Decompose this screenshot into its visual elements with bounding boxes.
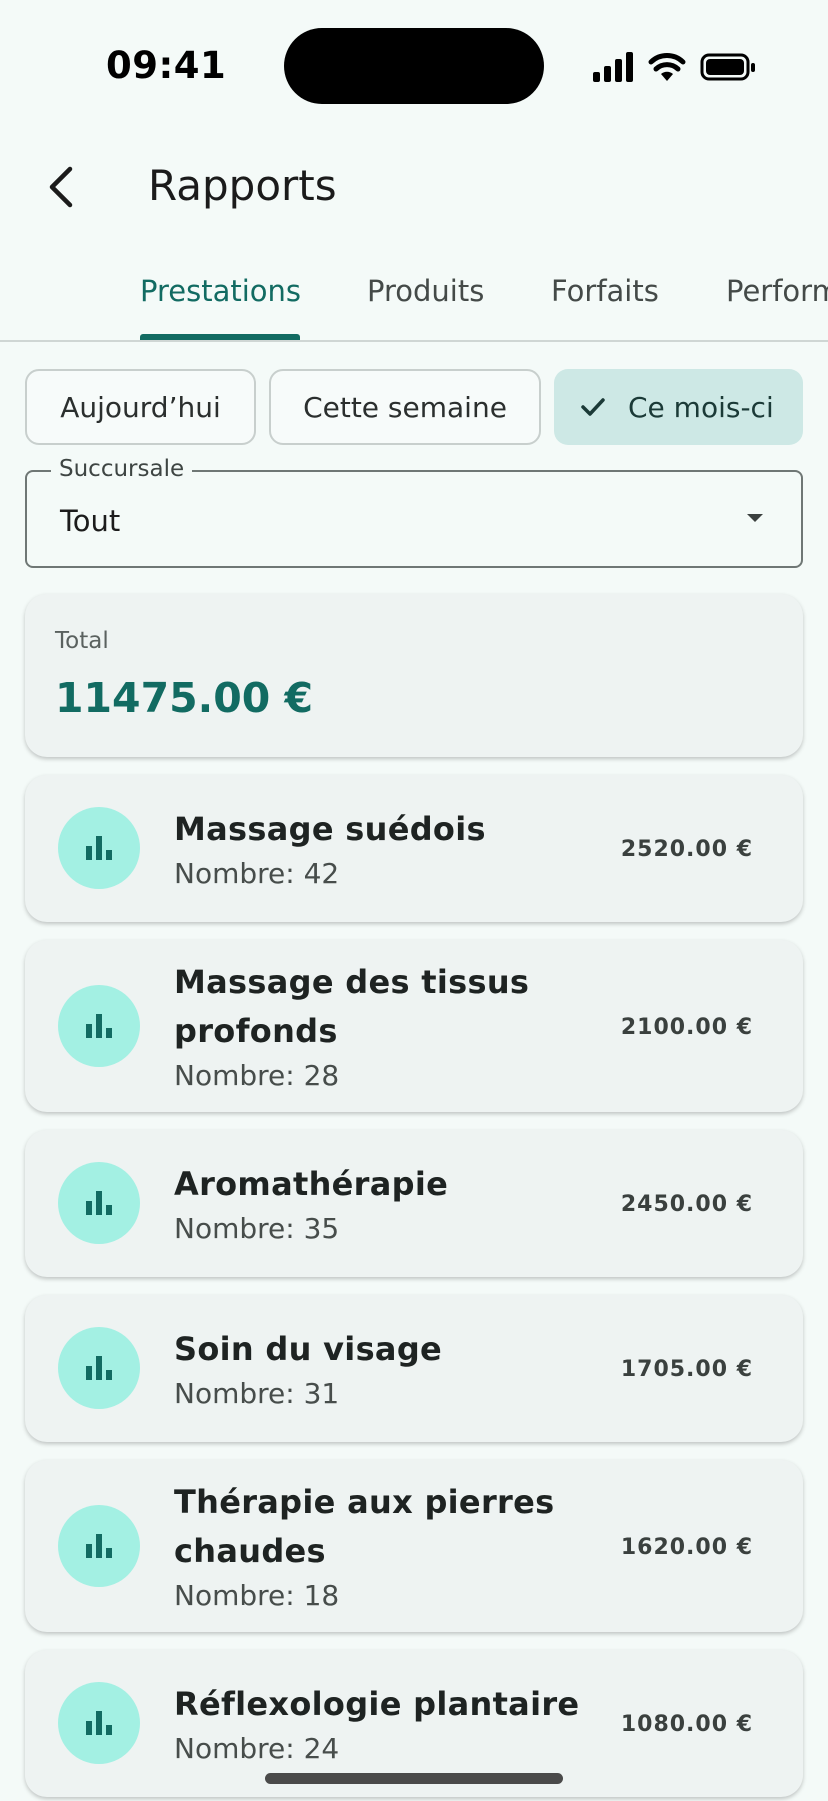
tab-prestations[interactable]: Prestations	[140, 274, 301, 308]
status-bar: 09:41	[0, 0, 828, 135]
list-item[interactable]: Aromathérapie Nombre: 35 2450.00 €	[25, 1130, 803, 1277]
branch-select[interactable]: Succursale Tout	[25, 456, 803, 568]
top-app-bar: Rapports	[0, 135, 828, 240]
list-item-name-line-2: chaudes	[174, 1532, 326, 1570]
list-item[interactable]: Massage suédois Nombre: 42 2520.00 €	[25, 775, 803, 922]
bar-chart-icon	[58, 807, 140, 889]
tab-forfaits[interactable]: Forfaits	[551, 274, 659, 308]
list-item-name: Massage suédois	[174, 810, 486, 848]
bar-chart-icon	[58, 1505, 140, 1587]
list-item-name: Massage des tissus	[174, 963, 530, 1001]
list-item[interactable]: Thérapie aux pierres chaudes Nombre: 18 …	[25, 1460, 803, 1632]
bar-chart-icon	[58, 1162, 140, 1244]
list-item[interactable]: Soin du visage Nombre: 31 1705.00 €	[25, 1295, 803, 1442]
page-title: Rapports	[148, 161, 337, 210]
total-card: Total 11475.00 €	[25, 594, 803, 757]
active-tab-indicator	[140, 334, 300, 340]
tab-produits[interactable]: Produits	[367, 274, 484, 308]
branch-select-label: Succursale	[51, 456, 193, 482]
list-item-count: Nombre: 24	[174, 1732, 340, 1765]
chip-today[interactable]: Aujourd’hui	[25, 369, 256, 445]
list-item-amount: 1620.00 €	[620, 1535, 753, 1560]
chip-this-week[interactable]: Cette semaine	[269, 369, 541, 445]
list-item-name: Thérapie aux pierres	[174, 1483, 555, 1521]
list-item-amount: 2450.00 €	[620, 1192, 753, 1217]
list-item-name: Aromathérapie	[174, 1165, 449, 1203]
cellular-signal-icon	[593, 52, 633, 82]
status-time: 09:41	[106, 44, 227, 87]
list-item-amount: 2100.00 €	[620, 1015, 753, 1040]
bar-chart-icon	[58, 985, 140, 1067]
back-button[interactable]	[30, 155, 94, 219]
list-item-count: Nombre: 42	[174, 857, 340, 890]
list-item-name: Soin du visage	[174, 1330, 443, 1368]
wifi-icon	[648, 53, 686, 81]
check-icon	[580, 396, 606, 418]
tab-bar: Prestations Produits Forfaits Performanc…	[0, 240, 828, 342]
bar-chart-icon	[58, 1682, 140, 1764]
list-item[interactable]: Massage des tissus profonds Nombre: 28 2…	[25, 940, 803, 1112]
total-label: Total	[55, 628, 109, 654]
dynamic-island	[284, 28, 544, 104]
list-item-name: Réflexologie plantaire	[174, 1685, 580, 1723]
list-item-count: Nombre: 35	[174, 1212, 340, 1245]
chip-this-month[interactable]: Ce mois-ci	[554, 369, 803, 445]
list-item-count: Nombre: 31	[174, 1377, 340, 1410]
total-value: 11475.00 €	[55, 674, 314, 722]
home-indicator	[265, 1773, 563, 1784]
battery-icon	[700, 53, 755, 81]
tab-performance[interactable]: Performance	[726, 274, 828, 308]
dropdown-arrow-icon	[747, 514, 763, 522]
back-arrow-icon	[49, 166, 73, 208]
list-item-amount: 2520.00 €	[620, 837, 753, 862]
branch-select-value: Tout	[60, 504, 121, 538]
chip-this-month-label: Ce mois-ci	[628, 390, 774, 424]
bar-chart-icon	[58, 1327, 140, 1409]
list-item-count: Nombre: 28	[174, 1059, 340, 1092]
list-item-count: Nombre: 18	[174, 1579, 340, 1612]
list-item-amount: 1080.00 €	[620, 1712, 753, 1737]
list-item-amount: 1705.00 €	[620, 1357, 753, 1382]
list-item-name-line-2: profonds	[174, 1012, 338, 1050]
